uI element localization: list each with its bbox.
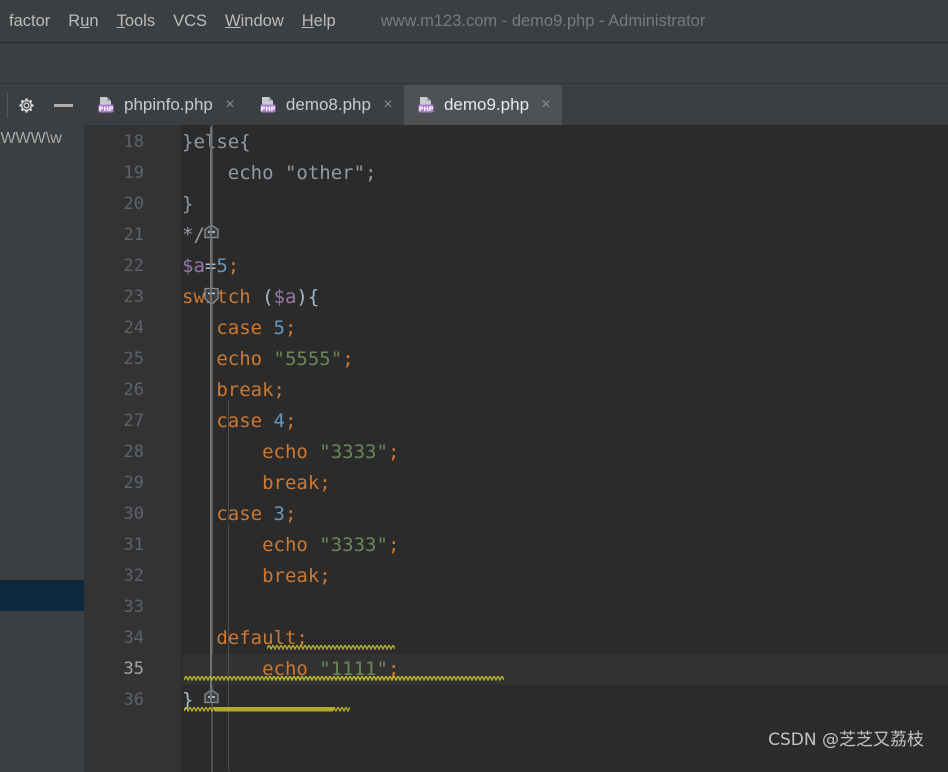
menu-item-refactor[interactable]: factor: [0, 0, 59, 43]
line-number[interactable]: 32: [84, 561, 144, 592]
line-number[interactable]: 27: [84, 406, 144, 437]
code-line[interactable]: 34 default;: [84, 623, 948, 654]
line-number[interactable]: 23: [84, 282, 144, 313]
project-tree-panel[interactable]: [0, 125, 84, 772]
line-number[interactable]: 26: [84, 375, 144, 406]
php-file-icon: PHP: [96, 95, 116, 115]
close-icon[interactable]: ×: [381, 97, 395, 113]
menu-item-run[interactable]: Run: [59, 0, 107, 43]
code-line[interactable]: 26 break;: [84, 375, 948, 406]
php-file-icon: PHP: [416, 95, 436, 115]
panel-divider: [7, 92, 8, 118]
line-code[interactable]: break;: [182, 561, 331, 592]
code-line[interactable]: 32 break;: [84, 561, 948, 592]
code-line[interactable]: 33: [84, 592, 948, 623]
editor-tab-bar: PHP phpinfo.php × PHP demo8.php × PHP de…: [84, 85, 948, 125]
warning-squiggle: [214, 707, 334, 712]
line-code[interactable]: */: [182, 220, 205, 251]
tab-label: demo8.php: [285, 95, 371, 114]
line-number[interactable]: 30: [84, 499, 144, 530]
line-code[interactable]: }: [182, 189, 193, 220]
menu-item-help[interactable]: Help: [293, 0, 345, 43]
menu-item-vcs[interactable]: VCS: [164, 0, 216, 43]
line-code[interactable]: echo "3333";: [182, 530, 399, 561]
gear-icon[interactable]: [17, 96, 36, 115]
line-code[interactable]: case 5;: [182, 313, 296, 344]
code-line[interactable]: 28 echo "3333";: [84, 437, 948, 468]
fold-region-line: [210, 127, 212, 245]
close-icon[interactable]: ×: [223, 97, 237, 113]
line-number[interactable]: 18: [84, 127, 144, 158]
warning-squiggle: [267, 645, 395, 650]
code-editor[interactable]: 18}else{19 echo "other";20}21*/22$a=5;23…: [84, 125, 948, 772]
code-line[interactable]: 27 case 4;: [84, 406, 948, 437]
line-number[interactable]: 19: [84, 158, 144, 189]
code-line[interactable]: 18 }else{: [84, 127, 948, 158]
code-line[interactable]: 20}: [84, 189, 948, 220]
warning-squiggle: [264, 676, 504, 681]
code-line[interactable]: 25 echo "5555";: [84, 344, 948, 375]
code-line[interactable]: 23switch ($a){: [84, 282, 948, 313]
line-number[interactable]: 24: [84, 313, 144, 344]
line-number[interactable]: 28: [84, 437, 144, 468]
tab-label: demo9.php: [443, 95, 530, 114]
code-line[interactable]: 24 case 5;: [84, 313, 948, 344]
close-icon[interactable]: ×: [539, 97, 553, 113]
window-title: www.m123.com - demo9.php - Administrator: [380, 11, 706, 30]
code-line[interactable]: 22$a=5;: [84, 251, 948, 282]
menu-bar: factor Run Tools VCS Window Help www.m12…: [0, 0, 948, 43]
line-number[interactable]: 21: [84, 220, 144, 251]
line-code[interactable]: echo "5555";: [182, 344, 353, 375]
tab-label: phpinfo.php: [124, 95, 213, 114]
php-file-icon: PHP: [258, 95, 278, 115]
code-line[interactable]: 19 echo "other";: [84, 158, 948, 189]
line-code[interactable]: echo "3333";: [182, 437, 399, 468]
ide-window: factor Run Tools VCS Window Help www.m12…: [0, 0, 948, 772]
code-line[interactable]: 21 */: [84, 220, 948, 251]
line-number[interactable]: 25: [84, 344, 144, 375]
line-code[interactable]: break;: [182, 375, 285, 406]
watermark: CSDN @芝芝又荔枝: [768, 730, 924, 750]
line-number[interactable]: 22: [84, 251, 144, 282]
code-line[interactable]: 30 case 3;: [84, 499, 948, 530]
line-number[interactable]: 33: [84, 592, 144, 623]
code-line[interactable]: 31 echo "3333";: [84, 530, 948, 561]
project-tree-path[interactable]: \WWW\w: [0, 130, 88, 148]
minimize-icon[interactable]: [54, 104, 73, 107]
tab-phpinfo-php[interactable]: PHP phpinfo.php ×: [84, 85, 246, 125]
code-line[interactable]: 29 break;: [84, 468, 948, 499]
line-code[interactable]: }else{: [182, 127, 251, 158]
menu-item-tools[interactable]: Tools: [108, 0, 165, 43]
line-number[interactable]: 20: [84, 189, 144, 220]
svg-text:PHP: PHP: [419, 105, 434, 113]
line-number[interactable]: 36: [84, 685, 144, 716]
project-tree-selected-item[interactable]: [0, 580, 84, 611]
indent-guide: [228, 693, 229, 771]
toolbar-strip: [0, 44, 948, 84]
tab-demo9-php[interactable]: PHP demo9.php ×: [403, 85, 563, 125]
line-number[interactable]: 31: [84, 530, 144, 561]
line-code[interactable]: case 4;: [182, 406, 296, 437]
indent-guide: [228, 400, 229, 520]
line-number[interactable]: 34: [84, 623, 144, 654]
line-number[interactable]: 35: [84, 654, 144, 685]
svg-text:PHP: PHP: [261, 105, 276, 113]
line-code[interactable]: case 3;: [182, 499, 296, 530]
line-code[interactable]: break;: [182, 468, 331, 499]
fold-region-line: [210, 245, 212, 703]
tab-demo8-php[interactable]: PHP demo8.php ×: [246, 85, 404, 125]
line-number[interactable]: 29: [84, 468, 144, 499]
menu-item-window[interactable]: Window: [216, 0, 293, 43]
svg-text:PHP: PHP: [99, 105, 114, 113]
